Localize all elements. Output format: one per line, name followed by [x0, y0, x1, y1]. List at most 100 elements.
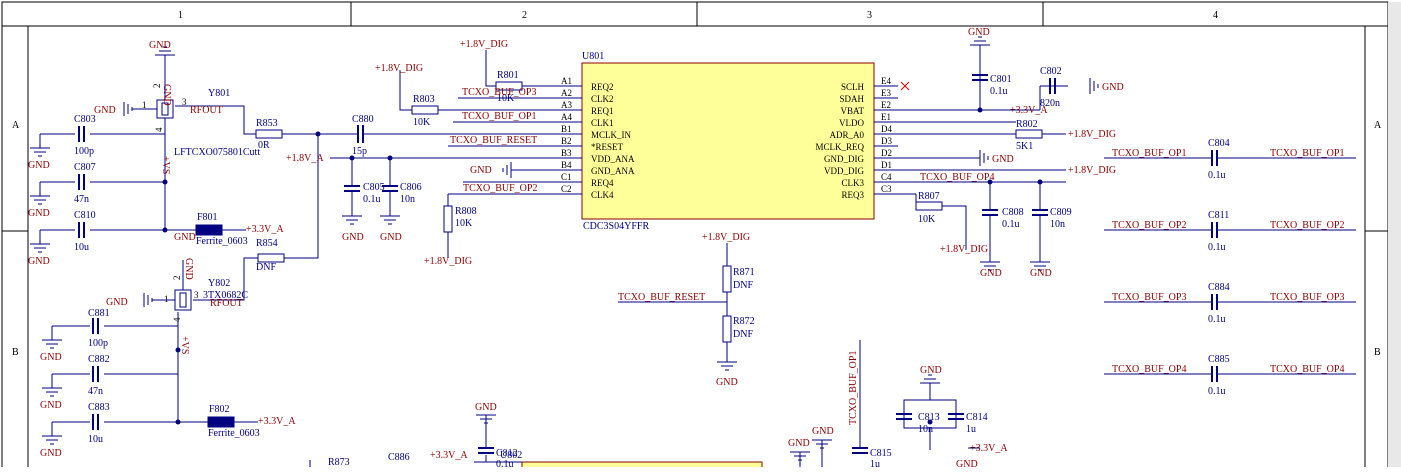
power-1v8-label: +1.8V_DIG [460, 39, 508, 50]
net-label-reset: TCXO_BUF_RESET [450, 135, 537, 146]
gnd-label: GND [94, 105, 116, 116]
schematic-sheet[interactable]: 1 2 3 4 A A B B U801 CDC3S04YFFR REQ2 CL… [0, 0, 1401, 472]
c884-value: 0.1u [1208, 314, 1226, 325]
gnd-label: GND [1030, 268, 1052, 279]
c801-value: 0.1u [990, 86, 1008, 97]
r873-ref: R873 [328, 457, 350, 467]
c885-value: 0.1u [1208, 386, 1226, 397]
c810-ref: C810 [74, 210, 96, 221]
r802-resistor[interactable] [1015, 129, 1043, 139]
r801-ref: R801 [497, 70, 519, 81]
r853-value: 0R [258, 140, 270, 151]
pin-number: 3 [194, 290, 199, 300]
gnd-label: GND [956, 459, 978, 467]
c882-value: 47n [88, 386, 103, 397]
pin-name: VLDO [839, 118, 864, 128]
column-label-4: 4 [1213, 10, 1218, 21]
pin-number: D3 [881, 136, 892, 146]
u801-body[interactable] [581, 62, 875, 220]
pin-number: B4 [561, 160, 572, 170]
f802-ferrite[interactable] [207, 416, 235, 428]
c815-ref: C815 [870, 448, 892, 459]
r854-resistor[interactable] [257, 253, 285, 263]
net-label-op4: TCXO_BUF_OP4 [920, 172, 994, 183]
pin-name: CLK1 [591, 118, 614, 128]
c803-value: 100p [74, 146, 94, 157]
c814-ref: C814 [966, 412, 988, 423]
r807-resistor[interactable] [915, 201, 943, 211]
pin-name: REQ2 [591, 82, 614, 92]
gnd-label: GND [149, 40, 171, 51]
r808-resistor[interactable] [443, 205, 453, 233]
r807-ref: R807 [918, 191, 940, 202]
r803-resistor[interactable] [411, 105, 439, 115]
c814-value: 1u [966, 424, 976, 435]
row-label-b-right: B [1374, 347, 1381, 358]
c815-value: 1u [870, 459, 880, 467]
net-label-op1: TCXO_BUF_OP1 [462, 111, 536, 122]
power-1v8-label: +1.8V_DIG [375, 63, 423, 74]
pin-name: SCLH [841, 82, 865, 92]
pin-name: CLK4 [591, 190, 614, 200]
row-label-a-right: A [1374, 120, 1382, 131]
c881-ref: C881 [88, 308, 110, 319]
schematic-canvas[interactable]: 1 2 3 4 A A B B U801 CDC3S04YFFR REQ2 CL… [0, 0, 1401, 472]
pin-name: ADR_A0 [829, 130, 864, 140]
gnd-label: GND [980, 268, 1002, 279]
pin-number: 4 [154, 127, 164, 132]
c883-ref: C883 [88, 402, 110, 413]
pin-number: A3 [561, 100, 572, 110]
vs-label: +VS [179, 336, 190, 354]
net-label-op2: TCXO_BUF_OP2 [1270, 220, 1344, 231]
r808-ref: R808 [455, 206, 477, 217]
c812-ref: C812 [496, 448, 518, 459]
pin-number: E3 [881, 88, 891, 98]
r803-ref: R803 [413, 94, 435, 105]
gnd-label: GND [40, 448, 62, 459]
rfout-label: RFOUT [210, 298, 243, 309]
c809-ref: C809 [1050, 207, 1072, 218]
vs-label: +VS [160, 156, 171, 174]
c809-value: 10n [1050, 219, 1065, 230]
f801-value: Ferrite_0603 [196, 236, 248, 247]
u802-body[interactable] [521, 461, 763, 472]
pin-number: D1 [881, 160, 892, 170]
power-1v8-label: +1.8V_DIG [702, 232, 750, 243]
gnd-label: GND [992, 154, 1014, 165]
f802-value: Ferrite_0603 [208, 428, 260, 439]
net-label-op1-vertical: TCXO_BUF_OP1 [848, 351, 859, 425]
pin-name: *RESET [591, 142, 624, 152]
gnd-label: GND [174, 232, 196, 243]
gnd-label: GND [28, 160, 50, 171]
r872-value: DNF [733, 329, 753, 340]
pin-name: GND_DIG [824, 154, 864, 164]
pin-name: SDAH [839, 94, 864, 104]
r871-ref: R871 [733, 267, 755, 278]
u801-part: CDC3S04YFFR [583, 221, 649, 232]
net-label-op4: TCXO_BUF_OP4 [1112, 364, 1186, 375]
pin-number: C2 [561, 184, 572, 194]
net-label-op4: TCXO_BUF_OP4 [1270, 364, 1344, 375]
net-label-op1: TCXO_BUF_OP1 [1270, 148, 1344, 159]
r872-resistor[interactable] [722, 315, 732, 343]
c805-value: 0.1u [363, 194, 381, 205]
r853-resistor[interactable] [255, 129, 283, 139]
c883-value: 10u [88, 434, 103, 445]
c884-ref: C884 [1208, 282, 1230, 293]
power-3v3-label: +3.3V_A [1010, 105, 1048, 116]
net-label-op2: TCXO_BUF_OP2 [463, 183, 537, 194]
pin-name: REQ4 [591, 178, 614, 188]
r803-value: 10K [413, 117, 431, 128]
f801-ferrite[interactable] [195, 224, 223, 236]
scrollbar-track[interactable] [1388, 2, 1401, 467]
c804-ref: C804 [1208, 138, 1230, 149]
pin-number: C1 [561, 172, 572, 182]
pin-name: MCLK_REQ [815, 142, 864, 152]
r871-resistor[interactable] [722, 265, 732, 293]
c802-ref: C802 [1040, 66, 1062, 77]
pin-number: A1 [561, 76, 572, 86]
net-label-op3: TCXO_BUF_OP3 [462, 87, 536, 98]
c880-ref: C880 [352, 114, 374, 125]
c885-ref: C885 [1208, 354, 1230, 365]
pin-name: REQ1 [591, 106, 614, 116]
